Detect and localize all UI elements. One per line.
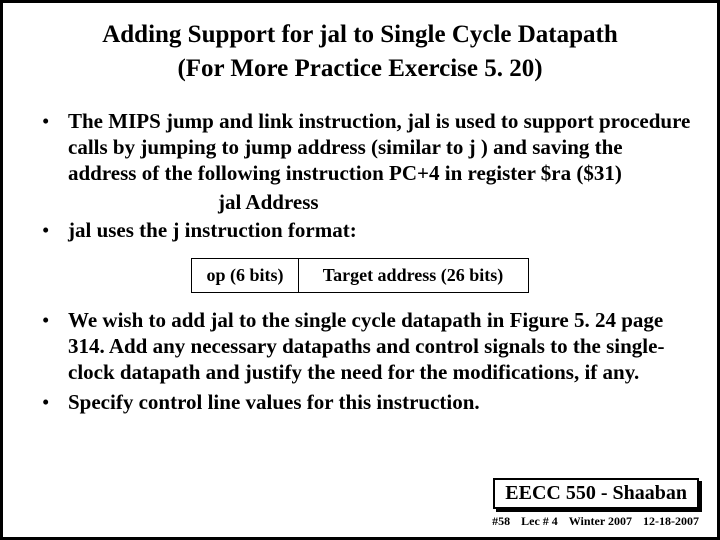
title-line-1: Adding Support for jal to Single Cycle D…	[102, 21, 618, 48]
table-row: op (6 bits) Target address (26 bits)	[192, 258, 528, 292]
footer-slide-number: #58	[492, 514, 510, 528]
bullet-list: jal uses the j instruction format:	[28, 217, 692, 243]
bullet-text: We wish to add jal to the single cycle d…	[68, 308, 664, 385]
bullet-text: jal uses the j instruction format:	[68, 218, 357, 242]
bullet-item: The MIPS jump and link instruction, jal …	[42, 108, 692, 187]
slide-title: Adding Support for jal to Single Cycle D…	[28, 18, 692, 86]
bullet-text: The MIPS jump and link instruction, jal …	[68, 109, 690, 186]
footer-date: 12-18-2007	[643, 514, 699, 528]
instruction-format-table: op (6 bits) Target address (26 bits)	[191, 258, 528, 293]
format-op-cell: op (6 bits)	[192, 258, 298, 292]
jal-syntax-line: jal Address	[218, 190, 692, 215]
bullet-item: jal uses the j instruction format:	[42, 217, 692, 243]
slide-frame: Adding Support for jal to Single Cycle D…	[0, 0, 720, 540]
bullet-list: The MIPS jump and link instruction, jal …	[28, 108, 692, 187]
footer-lecture: Lec # 4	[521, 514, 558, 528]
title-line-2: (For More Practice Exercise 5. 20)	[177, 55, 542, 82]
footer-meta: #58 Lec # 4 Winter 2007 12-18-2007	[484, 514, 699, 529]
format-target-cell: Target address (26 bits)	[298, 258, 528, 292]
bullet-list: We wish to add jal to the single cycle d…	[28, 307, 692, 416]
bullet-item: We wish to add jal to the single cycle d…	[42, 307, 692, 386]
bullet-item: Specify control line values for this ins…	[42, 389, 692, 415]
bullet-text: Specify control line values for this ins…	[68, 390, 480, 414]
footer-course-box: EECC 550 - Shaaban	[493, 478, 699, 509]
footer-term: Winter 2007	[569, 514, 632, 528]
